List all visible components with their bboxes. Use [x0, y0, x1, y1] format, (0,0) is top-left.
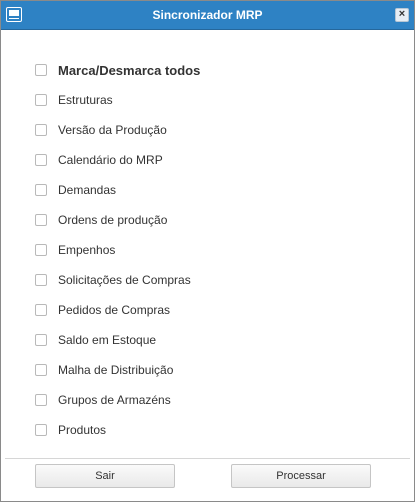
checkbox[interactable]: [35, 64, 47, 76]
options-list: Marca/Desmarca todos Estruturas Versão d…: [35, 55, 200, 445]
option-label: Produtos: [58, 423, 107, 437]
option-toggle-all[interactable]: Marca/Desmarca todos: [35, 55, 200, 85]
checkbox[interactable]: [35, 214, 47, 226]
option-malha-distribuicao[interactable]: Malha de Distribuição: [35, 355, 200, 385]
checkbox[interactable]: [35, 244, 47, 256]
exit-button[interactable]: Sair: [35, 464, 175, 488]
option-produtos[interactable]: Produtos: [35, 415, 200, 445]
option-saldo-estoque[interactable]: Saldo em Estoque: [35, 325, 200, 355]
dialog-window: Sincronizador MRP × Marca/Desmarca todos…: [0, 0, 415, 502]
option-label: Grupos de Armazéns: [58, 393, 171, 407]
checkbox[interactable]: [35, 424, 47, 436]
option-versao-producao[interactable]: Versão da Produção: [35, 115, 200, 145]
option-ordens-producao[interactable]: Ordens de produção: [35, 205, 200, 235]
checkbox[interactable]: [35, 184, 47, 196]
option-label: Marca/Desmarca todos: [58, 62, 201, 78]
window-title: Sincronizador MRP: [152, 8, 263, 22]
option-label: Calendário do MRP: [58, 153, 163, 167]
option-empenhos[interactable]: Empenhos: [35, 235, 200, 265]
option-label: Empenhos: [58, 243, 116, 257]
option-label: Pedidos de Compras: [58, 303, 171, 317]
checkbox[interactable]: [35, 274, 47, 286]
option-label: Versão da Produção: [58, 123, 167, 137]
process-button[interactable]: Processar: [231, 464, 371, 488]
checkbox[interactable]: [35, 304, 47, 316]
option-label: Malha de Distribuição: [58, 363, 174, 377]
checkbox[interactable]: [35, 94, 47, 106]
option-label: Estruturas: [58, 93, 113, 107]
option-label: Demandas: [58, 183, 117, 197]
option-demandas[interactable]: Demandas: [35, 175, 200, 205]
close-button[interactable]: ×: [395, 8, 409, 22]
option-label: Saldo em Estoque: [58, 333, 157, 347]
option-grupos-armazens[interactable]: Grupos de Armazéns: [35, 385, 200, 415]
checkbox[interactable]: [35, 334, 47, 346]
option-solicitacoes-compras[interactable]: Solicitações de Compras: [35, 265, 200, 295]
option-calendario-mrp[interactable]: Calendário do MRP: [35, 145, 200, 175]
option-label: Solicitações de Compras: [58, 273, 191, 287]
checkbox[interactable]: [35, 124, 47, 136]
option-label: Ordens de produção: [58, 213, 168, 227]
checkbox[interactable]: [35, 364, 47, 376]
footer-divider: [5, 458, 410, 459]
option-pedidos-compras[interactable]: Pedidos de Compras: [35, 295, 200, 325]
checkbox[interactable]: [35, 154, 47, 166]
option-estruturas[interactable]: Estruturas: [35, 85, 200, 115]
title-bar: Sincronizador MRP ×: [1, 1, 414, 30]
checkbox[interactable]: [35, 394, 47, 406]
